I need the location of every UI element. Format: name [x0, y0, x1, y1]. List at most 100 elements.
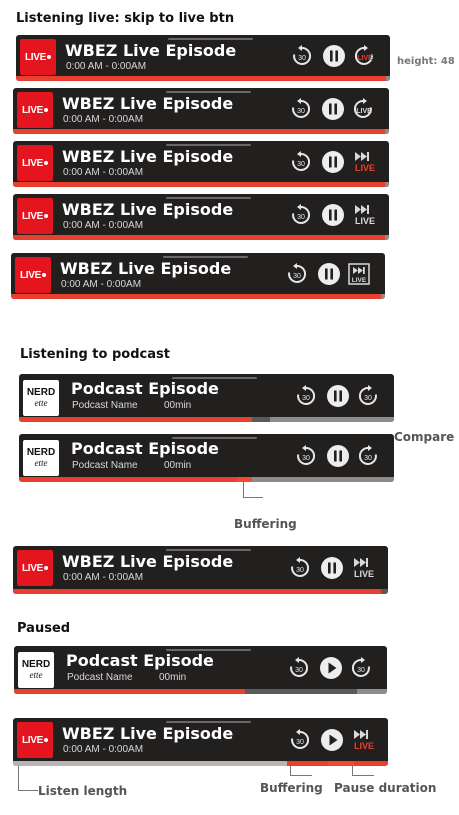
episode-time: 0:00 AM - 0:00AM: [63, 114, 144, 125]
skip-to-live-button[interactable]: LIVE: [351, 203, 381, 227]
pause-duration-note: Pause duration: [334, 781, 437, 795]
drag-handle[interactable]: [166, 91, 251, 93]
podcast-player-bar[interactable]: NERD ette Podcast Episode Podcast Name 00min…: [19, 434, 394, 482]
live-label: LIVE: [356, 108, 372, 115]
pause-button[interactable]: [320, 556, 344, 580]
progress-segment: [19, 477, 237, 482]
podcast-name: Podcast Name: [67, 672, 133, 683]
live-label: LIVE: [354, 741, 374, 751]
forward-30-button[interactable]: 30: [349, 656, 373, 680]
live-player-bar[interactable]: LIVE WBEZ Live Episode 0:00 AM - 0:00AM 30…: [13, 88, 389, 134]
progress-bar[interactable]: [19, 417, 394, 422]
play-icon: [320, 728, 344, 752]
progress-bar[interactable]: [13, 182, 389, 187]
rewind-30-button[interactable]: 30: [288, 728, 312, 752]
live-player-bar[interactable]: LIVE WBEZ Live Episode 0:00 AM - 0:00AM 30…: [11, 253, 385, 299]
skip-to-live-button[interactable]: LIVE: [347, 262, 371, 286]
pause-button[interactable]: [321, 97, 345, 121]
podcast-player-bar[interactable]: NERD ette Podcast Episode Podcast Name 00min…: [19, 374, 394, 422]
skip-to-live-button[interactable]: LIVE: [350, 556, 380, 580]
listen-length-note: Listen length: [38, 784, 128, 798]
progress-segment: [19, 417, 252, 422]
drag-handle[interactable]: [166, 144, 251, 146]
play-button[interactable]: [320, 728, 344, 752]
heading-paused: Paused: [17, 621, 71, 636]
rewind-30-button[interactable]: 30: [289, 150, 313, 174]
pause-button[interactable]: [326, 384, 350, 408]
progress-segment: [251, 417, 271, 422]
progress-bar[interactable]: [13, 235, 389, 240]
rewind-30-button[interactable]: 30: [289, 203, 313, 227]
live-player-bar[interactable]: LIVE WBEZ Live Episode 0:00 AM - 0:00AM 30…: [13, 141, 389, 187]
progress-bar[interactable]: [13, 761, 388, 766]
rewind-30-icon: 30: [287, 656, 311, 680]
episode-time: 0:00 AM - 0:00AM: [66, 61, 147, 72]
podcast-duration: 00min: [159, 672, 187, 683]
episode-title: WBEZ Live Episode: [62, 552, 234, 571]
progress-bar[interactable]: [19, 477, 394, 482]
rewind-label: 30: [296, 739, 304, 746]
episode-title: Podcast Episode: [71, 379, 219, 398]
progress-segment: [13, 589, 381, 594]
forward-label: 30: [364, 395, 372, 402]
drag-handle[interactable]: [168, 38, 253, 40]
skip-to-live-button[interactable]: LIVE: [350, 728, 380, 752]
progress-segment: [286, 761, 328, 766]
pause-icon: [322, 44, 346, 68]
rewind-30-icon: 30: [289, 203, 313, 227]
pause-icon: [321, 150, 345, 174]
podcast-player-bar[interactable]: NERD ette Podcast Episode Podcast Name 00min…: [14, 646, 387, 694]
forward-label: 30: [364, 455, 372, 462]
skip-to-live-button[interactable]: LIVE: [352, 44, 376, 68]
episode-time: 0:00 AM - 0:00AM: [63, 572, 144, 583]
rewind-30-button[interactable]: 30: [288, 556, 312, 580]
rewind-30-button[interactable]: 30: [294, 444, 318, 468]
buffering-note: Buffering: [234, 517, 297, 531]
skip-to-live-icon: LIVE: [351, 97, 375, 121]
live-player-bar[interactable]: LIVE WBEZ Live Episode 0:00 AM - 0:00AM 30…: [16, 35, 390, 81]
rewind-30-icon: 30: [288, 556, 312, 580]
drag-handle[interactable]: [166, 721, 251, 723]
episode-title: Podcast Episode: [66, 651, 214, 670]
rewind-30-button[interactable]: 30: [287, 656, 311, 680]
pause-button[interactable]: [321, 203, 345, 227]
rewind-label: 30: [293, 273, 301, 280]
rewind-30-button[interactable]: 30: [289, 97, 313, 121]
podcast-name: Podcast Name: [72, 460, 138, 471]
pause-button[interactable]: [322, 44, 346, 68]
live-player-bar[interactable]: LIVE WBEZ Live Episode 0:00 AM - 0:00AM 30…: [13, 194, 389, 240]
play-icon: [319, 656, 343, 680]
skip-to-live-button[interactable]: LIVE: [351, 150, 381, 174]
live-player-bar[interactable]: LIVE WBEZ Live Episode 0:00 AM - 0:00AM 30…: [13, 718, 388, 766]
drag-handle[interactable]: [163, 256, 248, 258]
progress-bar[interactable]: [16, 76, 390, 81]
wbez-live-logo: LIVE: [15, 257, 51, 293]
live-player-bar[interactable]: LIVE WBEZ Live Episode 0:00 AM - 0:00AM 30…: [13, 546, 388, 594]
drag-handle[interactable]: [166, 197, 251, 199]
wbez-live-logo: LIVE: [17, 550, 53, 586]
episode-title: WBEZ Live Episode: [62, 724, 234, 743]
pause-icon: [321, 97, 345, 121]
skip-to-live-button[interactable]: LIVE: [351, 97, 375, 121]
pause-button[interactable]: [326, 444, 350, 468]
progress-bar[interactable]: [13, 129, 389, 134]
play-button[interactable]: [319, 656, 343, 680]
pause-icon: [317, 262, 341, 286]
progress-bar[interactable]: [13, 589, 388, 594]
rewind-30-icon: 30: [289, 97, 313, 121]
skip-to-live-icon: LIVE: [352, 44, 376, 68]
forward-30-button[interactable]: 30: [356, 384, 380, 408]
pause-button[interactable]: [317, 262, 341, 286]
progress-bar[interactable]: [11, 294, 385, 299]
drag-handle[interactable]: [166, 549, 251, 551]
live-label: LIVE: [355, 163, 375, 173]
forward-30-button[interactable]: 30: [356, 444, 380, 468]
podcast-logo: NERD ette: [23, 380, 59, 416]
progress-segment: [380, 589, 388, 594]
pause-button[interactable]: [321, 150, 345, 174]
rewind-30-button[interactable]: 30: [285, 262, 309, 286]
progress-bar[interactable]: [14, 689, 387, 694]
rewind-30-button[interactable]: 30: [290, 44, 314, 68]
compare-note: Compare: [394, 430, 455, 444]
rewind-30-button[interactable]: 30: [294, 384, 318, 408]
